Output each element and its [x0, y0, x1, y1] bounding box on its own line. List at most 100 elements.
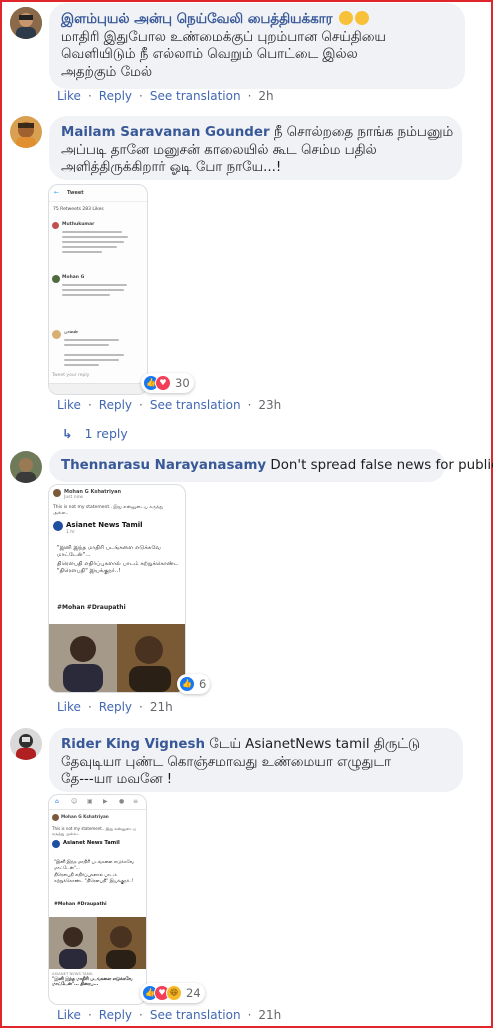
link-title: "இனி இந்த மாதிரி படங்களை எடுக்கவே மாட்டே…	[52, 977, 133, 987]
phone-tab-bar: ⌂ ☺ ▣ ▶ ● ≡	[49, 795, 146, 810]
tweet-text-line	[64, 354, 124, 356]
tweet-user-name: Muthukumar	[62, 222, 95, 227]
comment-author[interactable]: Thennarasu Narayanasamy	[61, 458, 266, 473]
like-link[interactable]: Like	[57, 89, 81, 103]
channel-logo	[53, 521, 63, 531]
avatar[interactable]	[10, 7, 42, 39]
avatar[interactable]	[10, 451, 42, 483]
tweet-header-title: Tweet	[67, 190, 84, 196]
reactions-badge[interactable]: 👍 6	[177, 674, 211, 694]
tweet-user-name: Mohan G	[62, 275, 85, 280]
comment-actions: Like · Reply · See translation · 23h	[57, 398, 282, 412]
tweet-stats: 75 Retweets 283 Likes	[53, 207, 104, 212]
like-link[interactable]: Like	[57, 700, 81, 714]
tweet-text-line	[62, 236, 128, 238]
tweet-header: ← Tweet	[49, 185, 147, 202]
avatar-image	[10, 451, 42, 483]
post-photo	[49, 917, 146, 969]
tweet-text-line	[62, 241, 124, 243]
tweet-text-line	[62, 284, 127, 286]
comment-author[interactable]: Rider King Vignesh	[61, 737, 205, 752]
timestamp[interactable]: 23h	[258, 398, 281, 412]
reactions-badge[interactable]: 👍 ♥ 30	[141, 373, 194, 393]
timestamp[interactable]: 2h	[258, 89, 273, 103]
reply-link[interactable]: Reply	[99, 398, 132, 412]
channel-name: Asianet News Tamil	[63, 840, 120, 846]
see-translation-link[interactable]: See translation	[150, 398, 241, 412]
comment-actions: Like · Reply · 21h	[57, 700, 173, 714]
post-hashtags: #Mohan #Draupathi	[57, 604, 126, 611]
tweet-text-line	[62, 231, 122, 233]
tweet-text-line	[62, 251, 102, 253]
timestamp[interactable]: 21h	[150, 700, 173, 714]
back-arrow-icon: ←	[54, 189, 60, 196]
avatar[interactable]	[10, 116, 42, 148]
avatar-image	[10, 116, 42, 148]
tweet-text-line	[64, 364, 99, 366]
love-reaction-icon: ♥	[155, 375, 171, 391]
see-translation-link[interactable]: See translation	[150, 89, 241, 103]
tweet-text-line	[64, 359, 119, 361]
tweet-text-line	[62, 289, 124, 291]
comment-text-line: டேய் AsianetNews tamil திருட்டு	[209, 737, 420, 752]
reactions-badge[interactable]: 👍 ♥ 😆 24	[140, 983, 205, 1003]
reaction-count: 24	[186, 986, 201, 1000]
post-quote: திரௌபதி எதிர்ப்புகளால் பாடம் கற்றுக்கொண்…	[57, 561, 179, 574]
attached-post-screenshot[interactable]: ⌂ ☺ ▣ ▶ ● ≡ Mohan G Kshatriyan This is n…	[48, 794, 147, 1005]
view-replies-link[interactable]: ↳ 1 reply	[62, 426, 128, 441]
avatar-image	[10, 7, 42, 39]
tweet-text-line	[64, 344, 109, 346]
comment-actions: Like · Reply · See translation · 2h	[57, 89, 274, 103]
emoji-icon	[354, 11, 369, 25]
reaction-count: 6	[199, 677, 207, 691]
emoji-icon	[338, 11, 353, 25]
reply-arrow-icon: ↳	[62, 426, 73, 441]
post-photo	[49, 624, 185, 692]
reply-link[interactable]: Reply	[99, 89, 132, 103]
like-link[interactable]: Like	[57, 398, 81, 412]
phone-nav-bar	[49, 383, 147, 394]
reply-link[interactable]: Reply	[99, 700, 132, 714]
channel-time: 1 hr	[66, 530, 75, 535]
post-hashtags: #Mohan #Draupathi	[54, 902, 107, 907]
avatar[interactable]	[10, 728, 42, 760]
comment-text-line: Don't spread false news for publicity	[270, 458, 493, 473]
post-quote: திரௌபதி எதிர்ப்புகளால் பாடம் கற்றுக்கொண்…	[54, 873, 134, 884]
channel-logo	[52, 840, 60, 848]
see-translation-link[interactable]: See translation	[150, 1008, 241, 1022]
attached-tweet-screenshot[interactable]: ← Tweet 75 Retweets 283 Likes Muthukumar…	[48, 184, 148, 395]
reply-link[interactable]: Reply	[99, 1008, 132, 1022]
comment-author[interactable]: Mailam Saravanan Gounder	[61, 125, 270, 140]
comment-text-line: வெளியிடும் நீ எல்லாம் வெறும் பொட்டை இல்ல	[61, 47, 358, 62]
like-reaction-icon: 👍	[179, 676, 195, 692]
comment-bubble: Thennarasu Narayanasamy Don't spread fal…	[49, 449, 493, 482]
tweet-text-line	[64, 339, 119, 341]
comment-text-line: தே---யா மவனே !	[61, 772, 173, 787]
post-caption: This is not my statement.. இது என்னுடைய …	[53, 505, 164, 516]
comment-bubble: Rider King Vignesh டேய் AsianetNews tami…	[49, 728, 463, 792]
tweet-reply-box: Tweet your reply	[52, 373, 90, 378]
like-link[interactable]: Like	[57, 1008, 81, 1022]
attached-post-screenshot[interactable]: Mohan G Kshatriyan Just now This is not …	[48, 484, 186, 693]
timestamp[interactable]: 21h	[258, 1008, 281, 1022]
view-replies-label[interactable]: 1 reply	[84, 426, 127, 441]
post-caption: This is not my statement.. இது என்னுடைய …	[52, 826, 137, 836]
user-avatar	[52, 275, 60, 283]
post-quote: "இனி இந்த மாதிரி படங்களை எடுக்கவே மாட்டே…	[54, 860, 134, 871]
comment-text-line: மாதிரி இதுபோல உண்மைக்குப் புறம்பான செய்த…	[61, 29, 386, 45]
haha-reaction-icon: 😆	[166, 985, 182, 1001]
avatar-image	[10, 728, 42, 760]
notifications-icon: ●	[119, 798, 125, 805]
comment-bubble: இளம்புயல் அன்பு நெய்வேலி பைத்தியக்கார மா…	[49, 3, 465, 89]
tweet-text-line	[62, 294, 110, 296]
comment-text-line: தேவுடியா புண்ட கொஞ்சமாவது உண்மையா எழுதுட…	[61, 754, 391, 770]
groups-icon: ▣	[87, 798, 93, 805]
watch-icon: ▶	[103, 798, 108, 805]
poster-avatar	[53, 489, 61, 497]
post-quote: "இனி இந்த மாதிரி படங்களை எடுக்கவே மாட்டே…	[57, 545, 161, 558]
poster-name: Mohan G Kshatriyan	[61, 814, 109, 819]
comment-author[interactable]: இளம்புயல் அன்பு நெய்வேலி பைத்தியக்கார	[61, 12, 333, 27]
comment-text-line: நீ சொல்றதை நாங்க நம்பனும்	[273, 125, 454, 140]
poster-avatar	[52, 814, 59, 821]
channel-name: Asianet News Tamil	[66, 521, 143, 529]
